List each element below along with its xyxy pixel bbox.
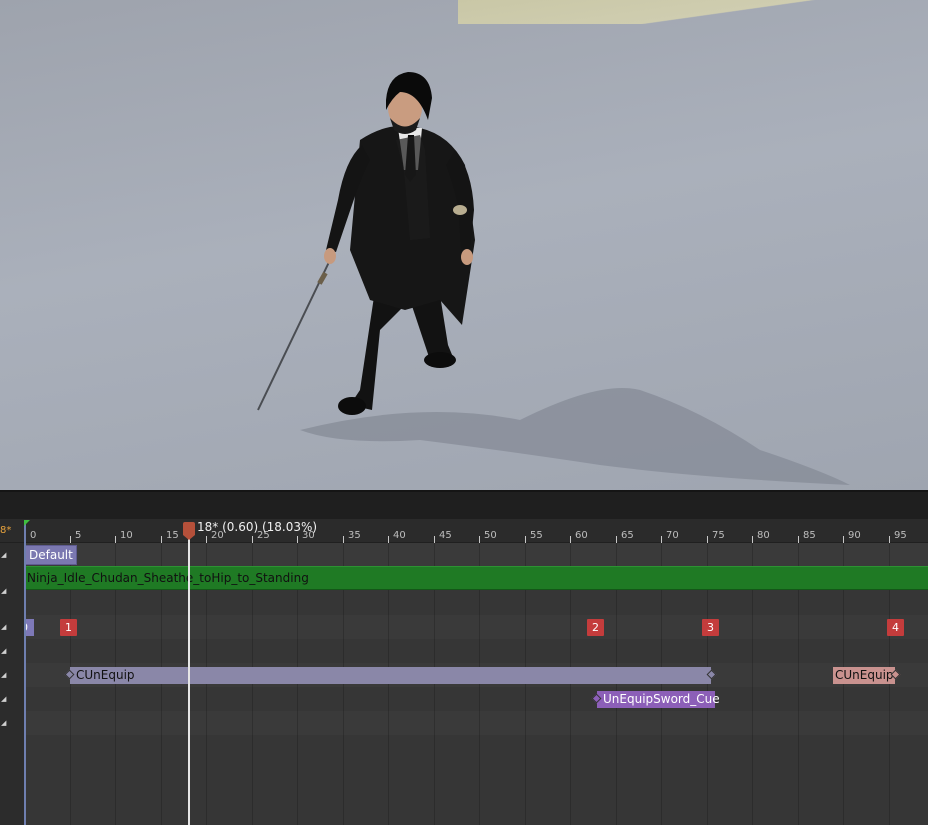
start-flag-icon (24, 520, 30, 526)
expand-arrow-icon[interactable]: ◢ (1, 719, 6, 727)
expand-arrow-icon[interactable]: ◢ (1, 623, 6, 631)
panel-splitter[interactable] (0, 490, 928, 519)
expand-arrow-icon[interactable]: ◢ (1, 551, 6, 559)
track-notifies-2 (24, 687, 928, 711)
section-marker-3[interactable]: 3 (702, 619, 719, 636)
ruler-label: 5 (75, 530, 82, 541)
ruler-label: 75 (712, 530, 725, 541)
ruler-tick (843, 536, 844, 543)
expand-arrow-icon[interactable]: ◢ (1, 647, 6, 655)
playback-start-line (24, 522, 26, 825)
animation-viewport[interactable] (0, 0, 928, 490)
scrubber-line[interactable] (188, 536, 190, 825)
scrubber-readout: 18* (0.60) (18.03%) (197, 520, 318, 534)
ruler-tick (889, 536, 890, 543)
ruler-tick (297, 536, 298, 543)
left-shoe (338, 397, 366, 415)
ruler-tick (525, 536, 526, 543)
ruler-label: 65 (621, 530, 634, 541)
ruler-tick (388, 536, 389, 543)
sword-guard (317, 271, 328, 285)
expand-arrow-icon[interactable]: ◢ (1, 671, 6, 679)
track-empty (24, 711, 928, 735)
notify-state-cunequip-2[interactable]: CUnEquip (833, 667, 901, 684)
ruler-tick (206, 536, 207, 543)
ruler-tick (661, 536, 662, 543)
sword-sheath (453, 205, 467, 215)
right-shoe (424, 352, 456, 368)
ruler-label: 70 (666, 530, 679, 541)
ruler-tick (115, 536, 116, 543)
animation-segment[interactable]: Ninja_Idle_Chudan_Sheathe_toHip_to_Stand… (24, 566, 928, 590)
current-frame-indicator: 8* (0, 525, 12, 536)
section-marker-4[interactable]: 4 (887, 619, 904, 636)
ruler-label: 35 (348, 530, 361, 541)
ruler-tick (70, 536, 71, 543)
notify-unequip-sword-cue[interactable]: UnEquipSword_Cue (591, 691, 720, 708)
ruler-label: 40 (393, 530, 406, 541)
ruler-tick (252, 536, 253, 543)
expand-arrow-icon[interactable]: ◢ (1, 695, 6, 703)
section-marker-1[interactable]: 1 (60, 619, 77, 636)
ruler-tick (570, 536, 571, 543)
ruler-label: 80 (757, 530, 770, 541)
ruler-tick (707, 536, 708, 543)
left-hand (324, 248, 336, 264)
ruler-tick (752, 536, 753, 543)
notify-state-cunequip[interactable]: CUnEquip (64, 667, 717, 684)
expand-arrow-icon[interactable]: ◢ (1, 587, 6, 595)
section-marker-2[interactable]: 2 (587, 619, 604, 636)
timeline-ruler[interactable]: 8* 0 5 10 15 20 25 30 35 40 45 50 55 60 … (0, 519, 928, 543)
right-hand (461, 249, 473, 265)
animation-timeline[interactable]: 8* 0 5 10 15 20 25 30 35 40 45 50 55 60 … (0, 519, 928, 825)
track-empty (24, 591, 928, 615)
ruler-label: 55 (530, 530, 543, 541)
ruler-tick (479, 536, 480, 543)
ruler-tick (161, 536, 162, 543)
ruler-label: 45 (439, 530, 452, 541)
ruler-label: 15 (166, 530, 179, 541)
ruler-label: 10 (120, 530, 133, 541)
notify-label: CUnEquip (835, 668, 894, 682)
ruler-label: 60 (575, 530, 588, 541)
ruler-tick (616, 536, 617, 543)
ruler-tick (343, 536, 344, 543)
ruler-label: 90 (848, 530, 861, 541)
ruler-label: 85 (803, 530, 816, 541)
ruler-label: 50 (484, 530, 497, 541)
ruler-tick (434, 536, 435, 543)
notify-label: CUnEquip (76, 668, 135, 682)
notify-label: UnEquipSword_Cue (603, 692, 720, 706)
track-empty (24, 639, 928, 663)
track-slot (24, 543, 928, 567)
character-preview (257, 72, 850, 485)
ruler-label: 0 (30, 530, 37, 541)
ruler-tick (798, 536, 799, 543)
slot-name-label[interactable]: Default (25, 545, 77, 565)
ruler-label: 95 (894, 530, 907, 541)
character-shadow (300, 388, 850, 485)
track-sections (24, 615, 928, 639)
